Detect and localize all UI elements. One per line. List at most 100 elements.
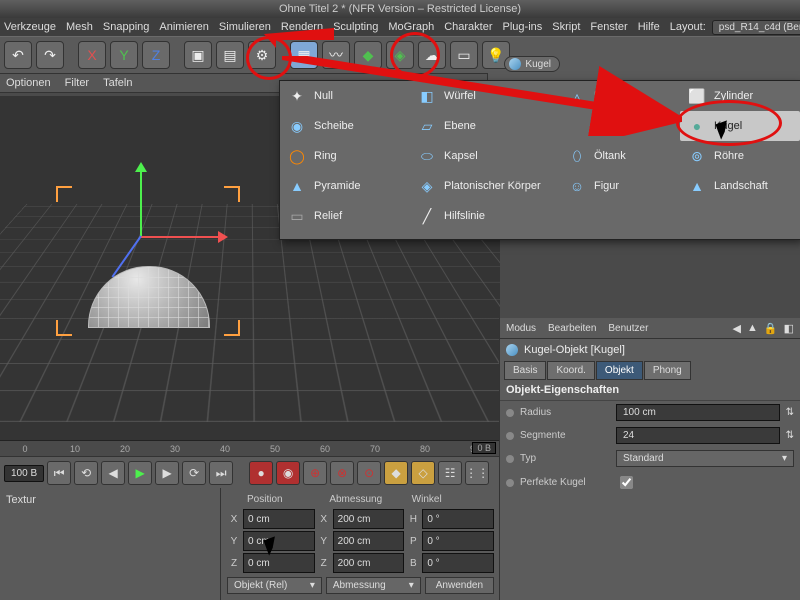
add-primitive-button[interactable]: ▦ [290, 41, 318, 69]
tab-phong[interactable]: Phong [644, 361, 691, 380]
pos-y-field[interactable] [243, 531, 315, 551]
pos-z-field[interactable] [243, 553, 315, 573]
ang-p-field[interactable] [422, 531, 494, 551]
menu-sculpting[interactable]: Sculpting [333, 21, 378, 33]
perfect-sphere-checkbox[interactable] [620, 476, 633, 489]
next-key-button[interactable]: ⟳ [182, 461, 206, 485]
redo-button[interactable]: ↷ [36, 41, 64, 69]
autokey-button[interactable]: ◉ [276, 461, 300, 485]
key-options-button[interactable]: ☷ [438, 461, 462, 485]
goto-end-button[interactable]: ⏭ [209, 461, 233, 485]
menu-mesh[interactable]: Mesh [66, 21, 93, 33]
ang-b-field[interactable] [422, 553, 494, 573]
prim-tube[interactable]: ⊚Röhre [680, 141, 800, 171]
radius-field[interactable]: 100 cm [616, 404, 780, 421]
key-param-button[interactable]: ◆ [384, 461, 408, 485]
dim-z-field[interactable] [333, 553, 405, 573]
add-generator-button[interactable]: ◆ [354, 41, 382, 69]
segments-field[interactable]: 24 [616, 427, 780, 444]
undo-button[interactable]: ↶ [4, 41, 32, 69]
add-camera-button[interactable]: ▭ [450, 41, 478, 69]
attr-mode[interactable]: Modus [506, 323, 536, 334]
axis-y-icon[interactable]: Y [110, 41, 138, 69]
menu-window[interactable]: Fenster [590, 21, 627, 33]
record-button[interactable]: ● [249, 461, 273, 485]
prim-cube[interactable]: ◧Würfel [410, 81, 560, 111]
spinner-icon[interactable]: ⇅ [786, 430, 794, 441]
prim-oiltank[interactable]: ⬯Öltank [560, 141, 680, 171]
menu-script[interactable]: Skript [552, 21, 580, 33]
anim-dot-icon[interactable] [506, 455, 514, 463]
prim-cylinder[interactable]: ⬜Zylinder [680, 81, 800, 111]
coord-size-dropdown[interactable]: Abmessung▾ [326, 577, 421, 594]
add-deformer-button[interactable]: ◈ [386, 41, 414, 69]
nav-back-icon[interactable]: ◀ [733, 322, 741, 335]
timeline-ruler[interactable]: 01020 304050 607080 90 0 B [0, 440, 500, 457]
key-scale-button[interactable]: ⊗ [330, 461, 354, 485]
layout-selector[interactable]: psd_R14_c4d (Benutze [712, 20, 800, 35]
new-window-icon[interactable]: ◧ [784, 322, 794, 335]
object-manager-item-kugel[interactable]: Kugel [504, 56, 560, 72]
spinner-icon[interactable]: ⇅ [786, 407, 794, 418]
key-pla-button[interactable]: ◇ [411, 461, 435, 485]
attr-edit[interactable]: Bearbeiten [548, 323, 596, 334]
nav-up-icon[interactable]: ▲ [747, 322, 758, 335]
lock-icon[interactable]: 🔒 [764, 322, 778, 335]
anim-dot-icon[interactable] [506, 409, 514, 417]
prim-cone[interactable]: ▵Kegel [560, 81, 680, 111]
prim-figure[interactable]: ☺Figur [560, 171, 680, 201]
menu-render[interactable]: Rendern [281, 21, 323, 33]
key-pos-button[interactable]: ⊕ [303, 461, 327, 485]
render-region-button[interactable]: ▤ [216, 41, 244, 69]
vp-panels[interactable]: Tafeln [103, 77, 132, 89]
prev-frame-button[interactable]: ◀ [101, 461, 125, 485]
tab-objekt[interactable]: Objekt [596, 361, 643, 380]
prim-disc[interactable]: ◉Scheibe [280, 111, 410, 141]
menu-simulate[interactable]: Simulieren [219, 21, 271, 33]
prev-key-button[interactable]: ⟲ [74, 461, 98, 485]
attr-user[interactable]: Benutzer [608, 323, 648, 334]
ang-h-field[interactable] [422, 509, 494, 529]
axis-x-icon[interactable]: X [78, 41, 106, 69]
prim-null[interactable]: ✦Null [280, 81, 410, 111]
end-frame-field[interactable]: 100 B [4, 465, 44, 482]
prim-relief[interactable]: ▭Relief [280, 201, 410, 231]
render-view-button[interactable]: ▣ [184, 41, 212, 69]
menu-tools[interactable]: Verkzeuge [4, 21, 56, 33]
apply-button[interactable]: Anwenden [425, 577, 494, 594]
menu-help[interactable]: Hilfe [638, 21, 660, 33]
coord-mode-dropdown[interactable]: Objekt (Rel)▾ [227, 577, 322, 594]
vp-filter[interactable]: Filter [65, 77, 89, 89]
gizmo-x-axis[interactable] [140, 236, 220, 238]
vp-options[interactable]: Optionen [6, 77, 51, 89]
menu-plugins[interactable]: Plug-ins [503, 21, 543, 33]
dim-x-field[interactable] [333, 509, 405, 529]
prim-pyramid[interactable]: ▲Pyramide [280, 171, 410, 201]
prim-plane[interactable]: ▱Ebene [410, 111, 560, 141]
tab-koord[interactable]: Koord. [547, 361, 594, 380]
play-button[interactable]: ▶ [128, 461, 152, 485]
prim-guide[interactable]: ╱Hilfslinie [410, 201, 560, 231]
prim-platonic[interactable]: ◈Platonischer Körper [410, 171, 560, 201]
anim-dot-icon[interactable] [506, 479, 514, 487]
tab-basis[interactable]: Basis [504, 361, 546, 380]
anim-dot-icon[interactable] [506, 432, 514, 440]
menu-animate[interactable]: Animieren [159, 21, 209, 33]
menu-mograph[interactable]: MoGraph [388, 21, 434, 33]
pos-x-field[interactable] [243, 509, 315, 529]
axis-z-icon[interactable]: Z [142, 41, 170, 69]
render-settings-button[interactable]: ⚙ [248, 41, 276, 69]
goto-start-button[interactable]: ⏮ [47, 461, 71, 485]
type-dropdown[interactable]: Standard▾ [616, 450, 794, 467]
prim-sphere[interactable]: ●Kugel [680, 111, 800, 141]
add-spline-button[interactable]: 〰 [322, 41, 350, 69]
add-environment-button[interactable]: ☁ [418, 41, 446, 69]
dim-y-field[interactable] [333, 531, 405, 551]
menu-character[interactable]: Charakter [444, 21, 492, 33]
prim-torus[interactable]: ◯Ring [280, 141, 410, 171]
prim-capsule[interactable]: ⬭Kapsel [410, 141, 560, 171]
gizmo-y-axis[interactable] [140, 166, 142, 236]
key-options2-button[interactable]: ⋮⋮ [465, 461, 489, 485]
prim-landscape[interactable]: ▲Landschaft [680, 171, 800, 201]
menu-snapping[interactable]: Snapping [103, 21, 150, 33]
